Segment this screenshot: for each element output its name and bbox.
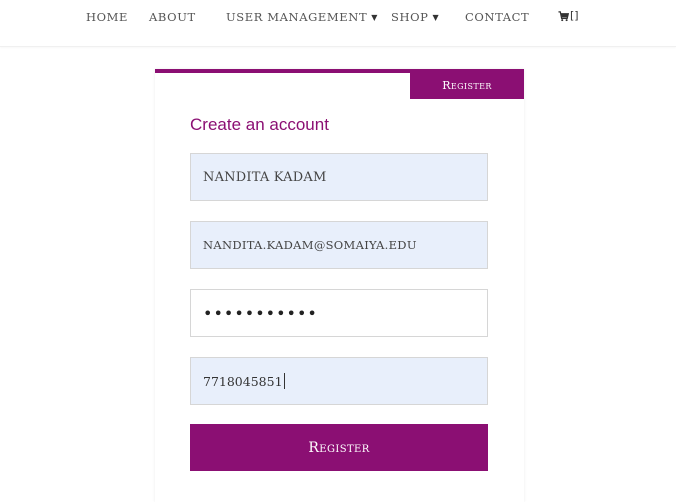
phone-field-value: 7718045851 (203, 373, 283, 389)
text-cursor (283, 373, 285, 389)
nav-about-link[interactable]: About (149, 9, 196, 25)
cart-icon (558, 10, 569, 21)
register-tab[interactable]: Register (410, 71, 524, 99)
nav-shop-dropdown[interactable]: Shop ▼ (391, 9, 439, 26)
password-field[interactable]: ••••••••••• (190, 289, 488, 337)
chevron-down-icon: ▼ (371, 13, 378, 22)
password-field-value: ••••••••••• (203, 303, 318, 323)
name-field[interactable]: Nandita kadam (190, 153, 488, 201)
nav-user-management-label: User Management (226, 10, 368, 24)
navbar: Home About User Management ▼ Shop ▼ Contac… (0, 0, 676, 47)
cart-count: [] (570, 9, 579, 22)
form-title: Create an account (190, 115, 329, 134)
phone-field[interactable]: 7718045851 (190, 357, 488, 405)
nav-shop-label: Shop (391, 10, 429, 24)
email-field[interactable]: nandita.kadam@somaiya.edu (190, 221, 488, 269)
nav-home-link[interactable]: Home (86, 9, 128, 25)
register-card: Register Create an account Nandita kadam… (155, 69, 524, 502)
nav-user-management-dropdown[interactable]: User Management ▼ (226, 9, 378, 26)
cart-link[interactable]: [] (558, 8, 579, 24)
nav-contact-link[interactable]: Contact (465, 9, 529, 25)
email-field-value: nandita.kadam@somaiya.edu (203, 238, 417, 252)
chevron-down-icon: ▼ (432, 13, 440, 22)
name-field-value: Nandita kadam (203, 169, 327, 185)
register-button[interactable]: Register (190, 424, 488, 471)
